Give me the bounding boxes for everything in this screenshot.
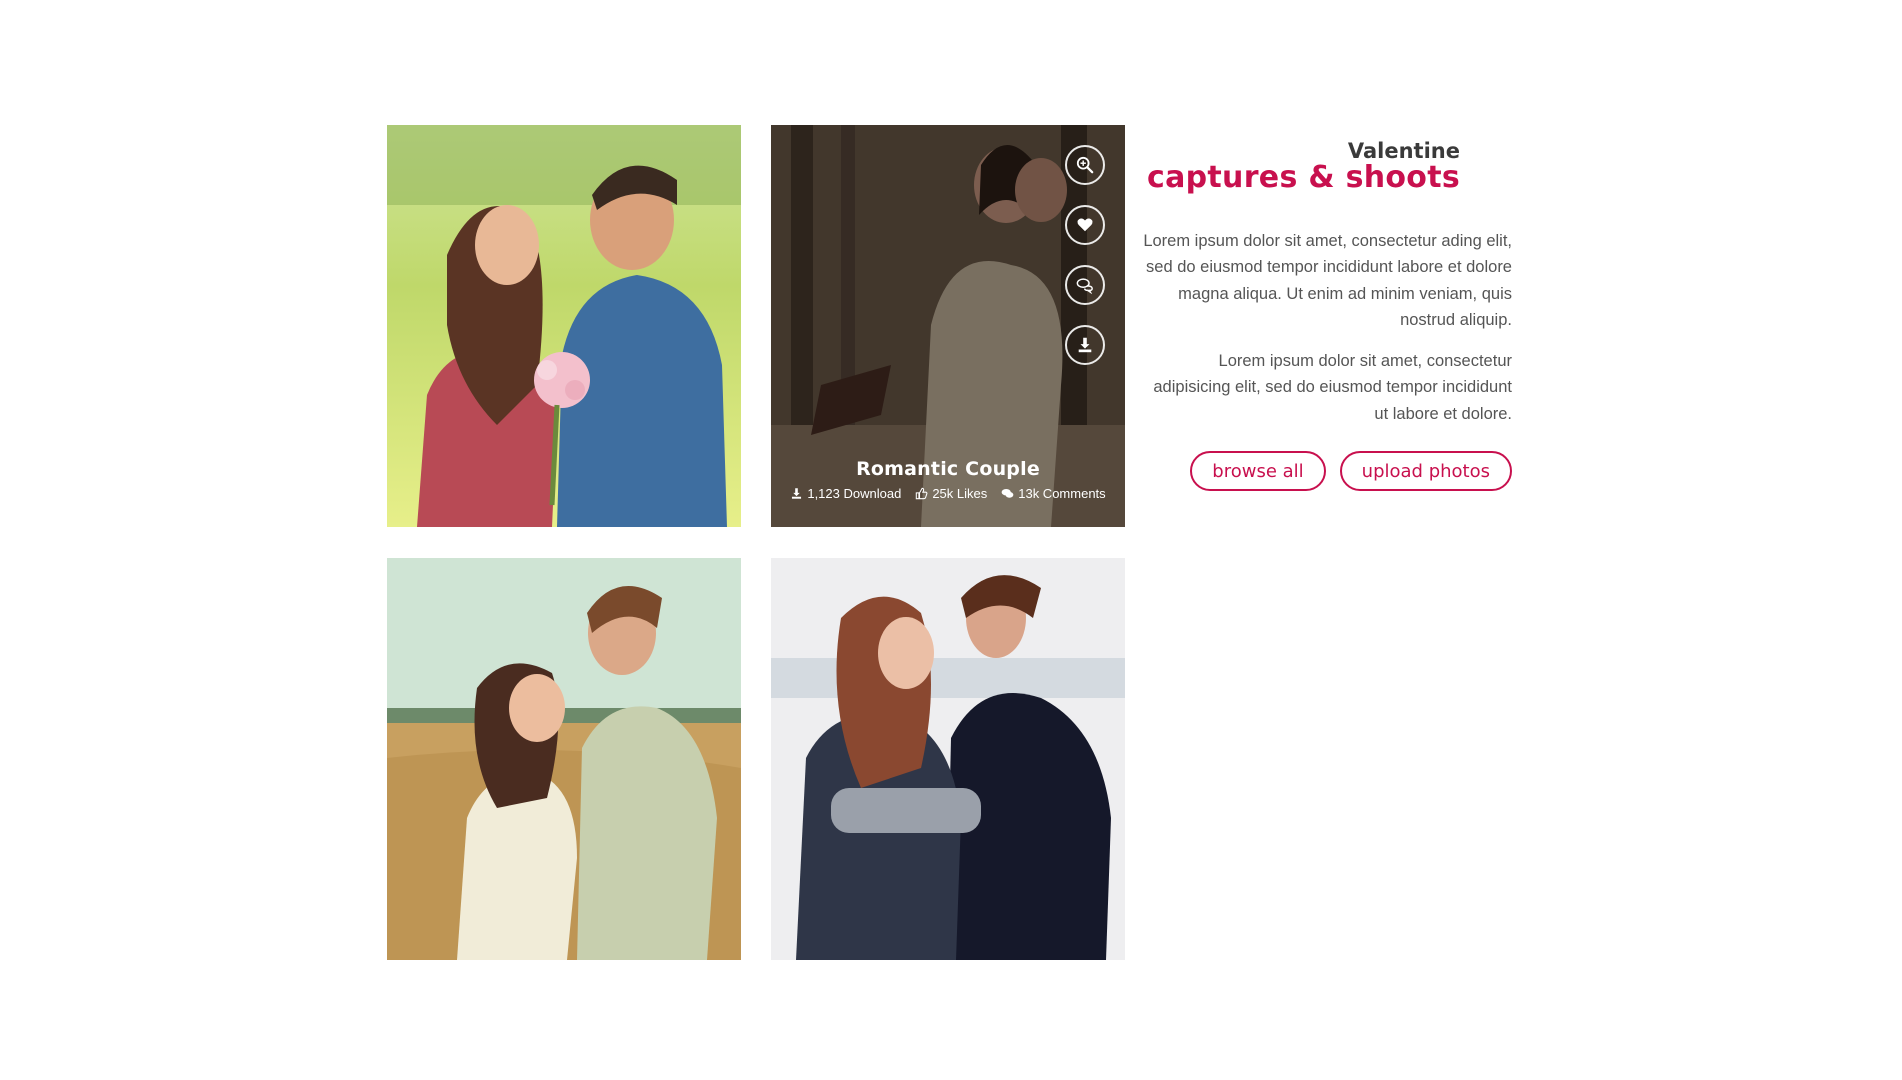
photo-couple-field bbox=[387, 125, 741, 527]
photo-couple-wheat bbox=[387, 558, 741, 960]
download-count: 1,123 Download bbox=[790, 486, 901, 501]
section-title: captures & shoots bbox=[1147, 160, 1460, 196]
photo-action-buttons bbox=[1065, 145, 1105, 365]
gallery-photo-3[interactable] bbox=[387, 558, 741, 960]
thumbs-up-icon bbox=[916, 487, 928, 500]
gallery-photo-1[interactable] bbox=[387, 125, 741, 527]
heart-icon bbox=[1077, 218, 1093, 232]
comments-icon bbox=[1076, 278, 1093, 294]
comments-count: 13k Comments bbox=[1001, 486, 1106, 501]
likes-count: 25k Likes bbox=[915, 486, 987, 501]
photo-caption: Romantic Couple 1,123 Download 25k Likes bbox=[771, 458, 1125, 501]
download-small-icon bbox=[792, 488, 802, 499]
upload-photos-button[interactable]: upload photos bbox=[1339, 451, 1512, 492]
info-panel: Valentine captures & shoots Lorem ipsum … bbox=[1140, 139, 1512, 492]
like-button[interactable] bbox=[1065, 205, 1105, 245]
zoom-icon bbox=[1076, 156, 1094, 174]
download-count-text: 1,123 Download bbox=[807, 486, 902, 501]
description-paragraph-2: Lorem ipsum dolor sit amet, consectetur … bbox=[1153, 351, 1512, 423]
photo-stats: 1,123 Download 25k Likes 13k Comments bbox=[771, 486, 1125, 501]
browse-all-button[interactable]: browse all bbox=[1190, 451, 1326, 492]
action-button-row: browse all upload photos bbox=[1140, 451, 1512, 492]
photo-couple-snow bbox=[771, 558, 1125, 960]
comments-count-text: 13k Comments bbox=[1018, 486, 1106, 501]
gallery-photo-4[interactable] bbox=[771, 558, 1125, 960]
comments-small-icon bbox=[1001, 488, 1014, 498]
gallery-photo-2-featured[interactable]: Romantic Couple 1,123 Download 25k Likes bbox=[771, 125, 1125, 527]
comments-button[interactable] bbox=[1065, 265, 1105, 305]
section-kicker: Valentine bbox=[1347, 139, 1460, 163]
photo-title: Romantic Couple bbox=[856, 458, 1040, 480]
download-button[interactable] bbox=[1065, 325, 1105, 365]
description-paragraph-1: Lorem ipsum dolor sit amet, consectetur … bbox=[1143, 231, 1512, 330]
download-icon bbox=[1078, 337, 1092, 353]
likes-count-text: 25k Likes bbox=[932, 486, 988, 501]
zoom-button[interactable] bbox=[1065, 145, 1105, 185]
